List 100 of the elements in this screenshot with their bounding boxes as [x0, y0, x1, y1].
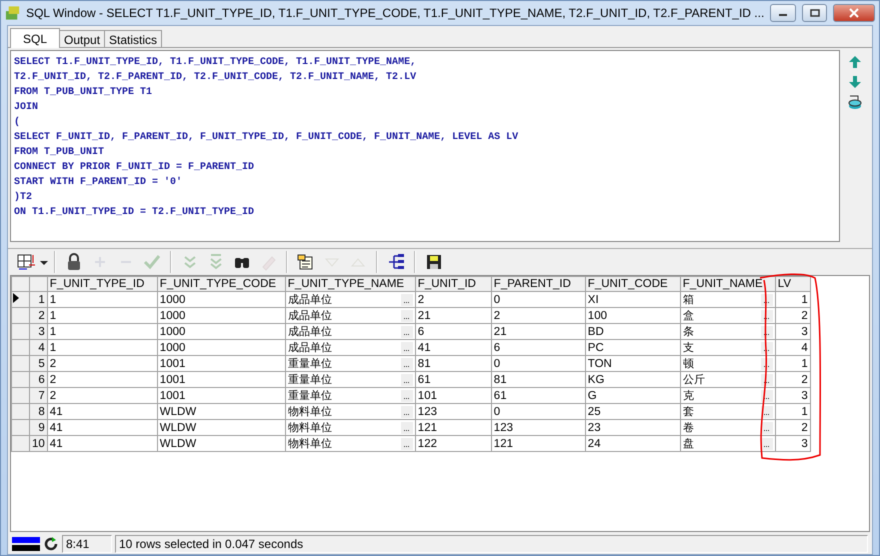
table-cell: 1001 — [157, 356, 286, 372]
maximize-icon — [810, 9, 820, 17]
app-icon — [5, 5, 20, 21]
table-cell: 1000 — [157, 324, 286, 340]
column-header[interactable]: F_UNIT_ID — [415, 276, 492, 292]
table-cell: 23 — [585, 420, 680, 436]
up-arrow-icon[interactable] — [847, 54, 863, 70]
table-cell: 101 — [415, 388, 492, 404]
column-header[interactable]: F_PARENT_ID — [491, 276, 586, 292]
table-cell: 25 — [585, 404, 680, 420]
tab[interactable]: Statistics — [104, 30, 162, 47]
table-cell: TON — [585, 356, 680, 372]
table-cell: 0 — [491, 292, 586, 308]
table-cell: 1000 — [157, 292, 286, 308]
table-cell: 41 — [415, 340, 492, 356]
table-cell: 3 — [775, 388, 810, 404]
table-cell: 21 — [491, 324, 586, 340]
table-cell: 顿 — [682, 356, 694, 370]
table-cell: 6 — [491, 340, 586, 356]
table-cell: 122 — [415, 436, 492, 452]
table-cell: XI — [585, 292, 680, 308]
close-icon — [848, 8, 860, 18]
table-cell: 1 — [47, 324, 158, 340]
table-cell: BD — [585, 324, 680, 340]
window-title: SQL Window - SELECT T1.F_UNIT_TYPE_ID, T1.F_UNIT_TYPE_CODE, T1.F_UNIT_TYPE_NAME, T2.F_UNIT_ID, T2.F_PARENT_ID ... — [26, 6, 764, 20]
table-cell: 100 — [585, 308, 680, 324]
table-cell: 123 — [415, 404, 492, 420]
table-cell: G — [585, 388, 680, 404]
table-cell: 1000 — [157, 340, 286, 356]
table-cell: 条 — [682, 324, 694, 338]
table-cell: 套 — [682, 404, 694, 418]
table-cell: 箱 — [682, 292, 694, 306]
table-cell: 物料单位 — [288, 420, 332, 434]
table-cell: 61 — [415, 372, 492, 388]
database-icon[interactable] — [847, 94, 863, 110]
table-cell: 克 — [682, 388, 694, 402]
column-header[interactable]: F_UNIT_TYPE_ID — [47, 276, 158, 292]
ellipsis-button[interactable] — [760, 342, 773, 354]
table-cell: 0 — [491, 404, 586, 420]
table-cell: 81 — [415, 356, 492, 372]
table-cell: 1 — [47, 292, 158, 308]
table-cell: 1 — [47, 308, 158, 324]
table-cell: 121 — [491, 436, 586, 452]
table-cell: 1 — [47, 340, 158, 356]
maximize-button[interactable] — [802, 4, 828, 22]
table-cell: 盘 — [682, 436, 694, 450]
column-header[interactable]: F_UNIT_TYPE_CODE — [157, 276, 286, 292]
table-cell: 123 — [491, 420, 586, 436]
ellipsis-button[interactable] — [760, 310, 773, 322]
table-cell: WLDW — [157, 420, 286, 436]
table-cell: 1 — [775, 292, 810, 308]
table-cell: 2 — [47, 388, 158, 404]
table-cell: 公斤 — [682, 372, 705, 386]
table-cell: 2 — [775, 420, 810, 436]
table-cell: 成品单位 — [288, 340, 332, 354]
table-cell: 1 — [775, 356, 810, 372]
table-cell: 2 — [47, 356, 158, 372]
table-cell: WLDW — [157, 404, 286, 420]
table-cell: 41 — [47, 420, 158, 436]
column-header[interactable]: F_UNIT_NAME — [680, 276, 776, 292]
table-cell: 2 — [415, 292, 492, 308]
minimize-button[interactable] — [770, 4, 796, 22]
table-cell: 2 — [775, 372, 810, 388]
close-button[interactable] — [833, 4, 875, 22]
table-cell: 成品单位 — [288, 292, 332, 306]
table-cell: 重量单位 — [288, 372, 332, 386]
table-cell: 2 — [47, 372, 158, 388]
table-cell: PC — [585, 340, 680, 356]
table-cell: 41 — [47, 436, 158, 452]
ellipsis-button[interactable] — [760, 294, 773, 306]
column-header[interactable]: LV — [775, 276, 810, 292]
table-cell: 1000 — [157, 308, 286, 324]
refresh-icon[interactable] — [43, 536, 59, 552]
table-cell: 成品单位 — [288, 308, 332, 322]
current-row-icon — [12, 292, 20, 304]
table-cell: 2 — [775, 308, 810, 324]
table-cell: 盒 — [682, 308, 694, 322]
table-cell: 成品单位 — [288, 324, 332, 338]
table-cell: 1 — [775, 404, 810, 420]
table-cell: 81 — [491, 372, 586, 388]
column-header[interactable]: F_UNIT_TYPE_NAME — [285, 276, 416, 292]
table-cell: 6 — [415, 324, 492, 340]
sql-editor[interactable]: SELECT T1.F_UNIT_TYPE_ID, T1.F_UNIT_TYPE_CODE, T1.F_UNIT_TYPE_NAME, T2.F_UNIT_ID, T2.F_PARENT_ID, T2.F_UNIT_CODE, T2.F_UNIT_NAME, T2.LV FROM T_PUB_UNIT_TYPE T1 JOIN ( SELECT F_UNIT_ID, F_PARENT_ID, F_UNIT_TYPE_ID, F_UNIT_CODE, F_UNIT_NAME, LEVEL AS LV FROM T_PUB_UNIT CONNECT BY PRIOR F_UNIT_ID = F_PARENT_ID START WITH F_PARENT_ID = '0' )T2 ON T1.F_UNIT_TYPE_ID = T2.F_UNIT_TYPE_ID — [10, 50, 840, 242]
table-cell: 卷 — [682, 420, 694, 434]
tab[interactable]: SQL — [10, 28, 60, 48]
table-cell: 21 — [415, 308, 492, 324]
table-cell: 4 — [775, 340, 810, 356]
cursor-position: 8:41 — [62, 535, 112, 553]
table-cell: 24 — [585, 436, 680, 452]
table-cell: 物料单位 — [288, 404, 332, 418]
table-cell: 41 — [47, 404, 158, 420]
table-cell: 3 — [775, 436, 810, 452]
table-cell: 1001 — [157, 388, 286, 404]
table-cell: 121 — [415, 420, 492, 436]
tab[interactable]: Output — [59, 30, 106, 47]
column-header[interactable]: F_UNIT_CODE — [585, 276, 680, 292]
table-cell: 2 — [491, 308, 586, 324]
table-cell: WLDW — [157, 436, 286, 452]
table-cell: 3 — [775, 324, 810, 340]
table-cell: KG — [585, 372, 680, 388]
